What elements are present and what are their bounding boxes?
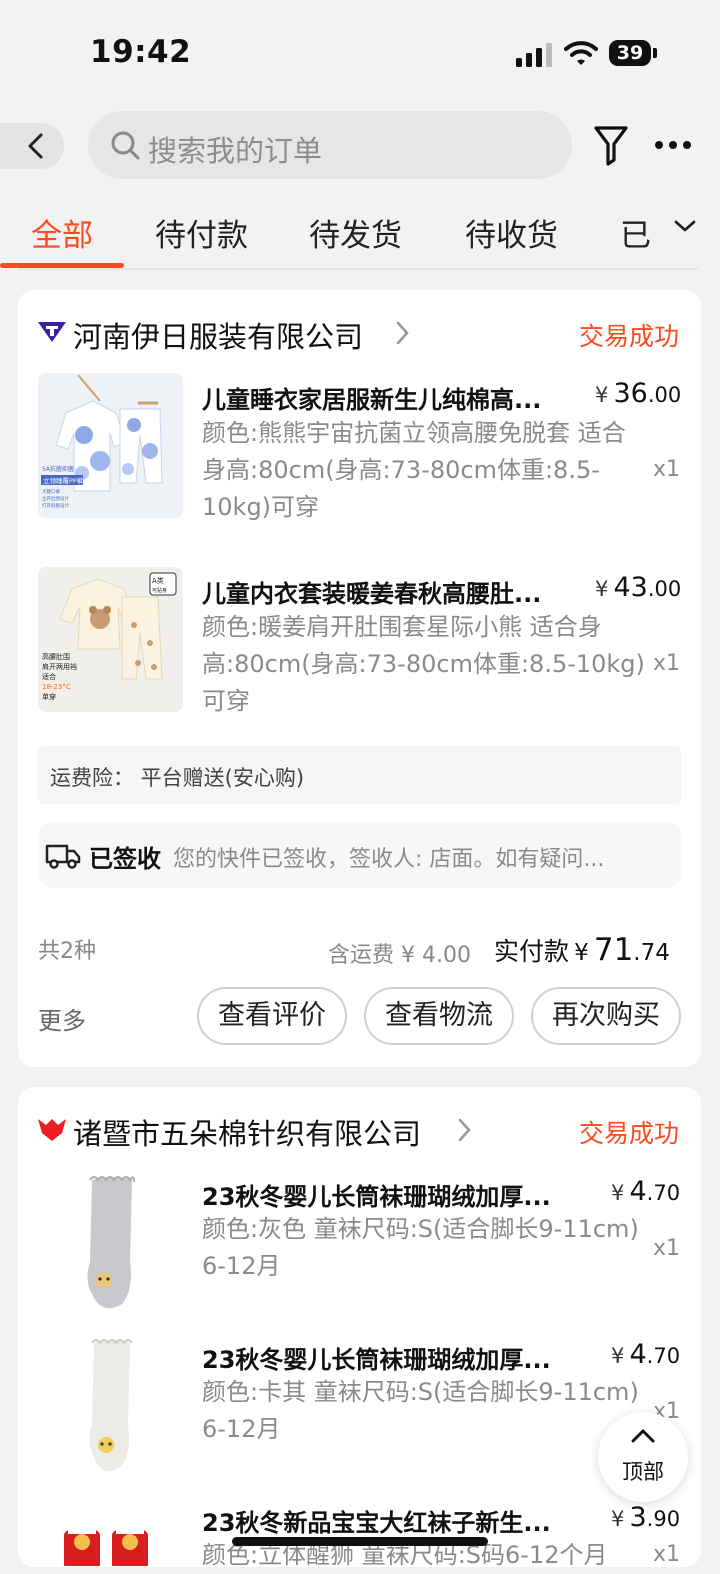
underwear-image: A类 可贴身 高腰肚围 肩开两用裆 适合 18-23°C 单穿 [38,567,183,712]
battery-tip [653,48,657,58]
product-title[interactable]: 儿童内衣套装暖姜春秋高腰肚... [202,574,541,609]
product-title[interactable]: 23秋冬新品宝宝大红袜子新生... [202,1503,551,1538]
product-price: ¥ 3.90 [611,1502,681,1533]
shipping-insurance: 运费险： 平台赠送(安心购) [38,746,681,804]
logistics-row[interactable]: 已签收 您的快件已签收，签收人: 店面。如有疑问... [38,822,681,888]
thumb-text: 可贴身 [152,587,167,594]
tab-all[interactable]: 全部 [31,210,93,255]
item-count: 共2种 [38,939,96,964]
view-review-button[interactable]: 查看评价 [197,987,347,1045]
back-to-top-label: 顶部 [622,1460,664,1484]
thumb-text: 立开肚围设计 [42,495,69,502]
logistics-detail: 您的快件已签收，签收人: 店面。如有疑问... [173,847,605,872]
product-thumbnail[interactable] [38,1496,183,1566]
shop-badge-icon [38,322,66,342]
product-thumbnail[interactable] [38,1333,183,1478]
product-thumbnail[interactable]: A类 可贴身 高腰肚围 肩开两用裆 适合 18-23°C 单穿 [38,567,183,712]
buy-again-button[interactable]: 再次购买 [531,987,681,1045]
tabs-divider [18,268,698,270]
tab-pending-shipment[interactable]: 待发货 [309,210,402,255]
signal-icon [516,43,552,67]
more-icon[interactable] [654,140,694,150]
product-thumbnail[interactable] [38,1170,183,1315]
chevron-left-icon [28,133,43,159]
chevron-up-icon [631,1429,655,1443]
red-sock-image [38,1496,183,1566]
tab-more-partial[interactable]: 已 [620,210,651,255]
insurance-text: 运费险： 平台赠送(安心购) [50,766,305,790]
tab-pending-payment[interactable]: 待付款 [155,210,248,255]
shop-name[interactable]: 诸暨市五朵棉针织有限公司 [73,1111,421,1153]
product-price: ¥ 4.70 [611,1176,681,1207]
back-to-top-button[interactable]: 顶部 [598,1412,688,1502]
chevron-down-icon[interactable] [674,219,696,233]
shipping-fee: 含运费 ¥ 4.00 [328,943,471,968]
thumb-text: 立领睡覆PP裤 [43,476,84,485]
chevron-right-icon [396,321,409,345]
paid-amount: 实付款 ¥ 71.74 [494,932,670,968]
shop-badge-icon [38,1119,66,1141]
grey-sock-image [38,1170,183,1315]
thumb-text: 打开舒服设计 [42,502,69,509]
product-spec: 颜色:卡其 童袜尺码:S(适合脚长9-11cm) 6-12月 [202,1378,639,1443]
thumb-text: 单穿 [42,692,56,701]
order-search-input[interactable]: 搜索我的订单 [88,111,572,179]
wifi-icon [564,41,598,65]
product-price: ¥ 43.00 [595,572,682,603]
product-price: ¥ 36.00 [595,378,682,409]
logistics-status: 已签收 [89,845,161,873]
thumb-text: 高腰肚围 [42,652,70,661]
order-card[interactable]: 河南伊日服装有限公司 交易成功 5A抗菌抑菌 立领睡覆PP裤 大腰口裤 立开肚围… [18,290,701,1067]
product-price: ¥ 4.70 [611,1339,681,1370]
status-time: 19:42 [90,34,192,70]
tab-pending-receipt[interactable]: 待收货 [465,210,558,255]
truck-icon [45,844,81,869]
pajama-image: 5A抗菌抑菌 立领睡覆PP裤 大腰口裤 立开肚围设计 打开舒服设计 [38,373,183,518]
product-quantity: x1 [653,457,681,482]
product-spec: 颜色:暖姜肩开肚围套星际小熊 适合身 高:80cm(身高:73-80cm体重:8… [202,613,645,715]
thumb-text: 大腰口裤 [42,488,60,495]
product-title[interactable]: 儿童睡衣家居服新生儿纯棉高... [202,380,541,415]
product-quantity: x1 [653,651,681,676]
chevron-right-icon [458,1118,471,1142]
order-status: 交易成功 [579,322,680,351]
more-actions-link[interactable]: 更多 [38,1001,86,1036]
search-icon [111,131,140,160]
shop-name[interactable]: 河南伊日服装有限公司 [73,314,363,356]
product-title[interactable]: 23秋冬婴儿长筒袜珊瑚绒加厚... [202,1340,551,1375]
product-thumbnail[interactable]: 5A抗菌抑菌 立领睡覆PP裤 大腰口裤 立开肚围设计 打开舒服设计 [38,373,183,518]
product-quantity: x1 [653,1542,681,1567]
thumb-text: 18-23°C [42,683,71,691]
thumb-text: A类 [152,576,164,585]
product-quantity: x1 [653,1236,681,1261]
thumb-text: 5A抗菌抑菌 [42,465,74,473]
view-logistics-button[interactable]: 查看物流 [364,987,514,1045]
khaki-sock-image [38,1333,183,1478]
battery-indicator: 39 [609,40,651,66]
filter-icon[interactable] [593,124,629,166]
order-status: 交易成功 [579,1119,680,1148]
thumb-text: 肩开两用裆 [42,662,77,671]
product-spec: 颜色:熊熊宇宙抗菌立领高腰免脱套 适合 身高:80cm(身高:73-80cm体重… [202,419,626,521]
search-placeholder: 搜索我的订单 [148,134,323,168]
thumb-text: 适合 [42,672,56,681]
back-button[interactable] [0,123,64,169]
order-card[interactable]: 诸暨市五朵棉针织有限公司 交易成功 23秋冬婴儿长筒袜珊瑚绒加厚... ¥ 4.… [18,1087,701,1569]
product-spec: 颜色:灰色 童袜尺码:S(适合脚长9-11cm) 6-12月 [202,1215,639,1280]
product-title[interactable]: 23秋冬婴儿长筒袜珊瑚绒加厚... [202,1177,551,1212]
home-indicator [232,1537,488,1546]
